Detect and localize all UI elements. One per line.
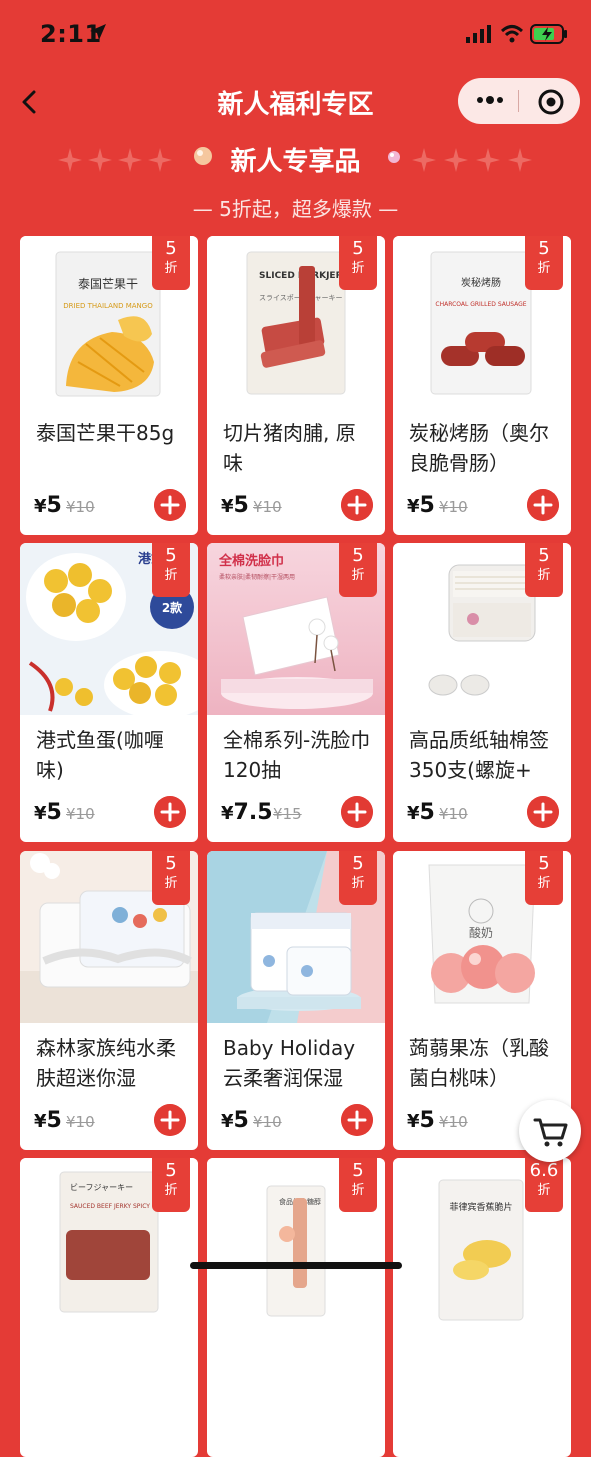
product-card[interactable]: 5折 高品质纸轴棉签350支(螺旋+ ¥5 ¥10 bbox=[393, 543, 571, 842]
product-card[interactable]: 食品级木糖醇 5折 bbox=[207, 1158, 385, 1457]
product-price: ¥5 bbox=[407, 1108, 435, 1133]
product-price: ¥5 bbox=[34, 1108, 62, 1133]
product-name: 蒟蒻果冻（乳酸菌白桃味） bbox=[409, 1036, 549, 1090]
original-price: ¥10 bbox=[439, 1113, 468, 1131]
image-label: 炭秘烤肠 bbox=[461, 276, 501, 289]
product-card[interactable]: 全棉洗脸巾 柔软亲肤|柔韧耐擦|干湿两用 5折 全棉系列-洗脸巾120抽 ¥7.… bbox=[207, 543, 385, 842]
new-user-banner: 新人专享品 — 5折起，超多爆款 — bbox=[0, 135, 591, 230]
image-label: 2款 bbox=[162, 600, 183, 615]
cellular-signal-icon bbox=[466, 25, 491, 43]
discount-badge: 5折 bbox=[339, 543, 377, 597]
add-to-cart-button[interactable] bbox=[527, 796, 559, 828]
image-label: DRIED THAILAND MANGO bbox=[63, 302, 153, 310]
product-card[interactable]: 5折 森林家族纯水柔肤超迷你湿 ¥5 ¥10 bbox=[20, 851, 198, 1150]
discount-badge: 5折 bbox=[339, 236, 377, 290]
discount-badge: 5折 bbox=[152, 543, 190, 597]
original-price: ¥10 bbox=[66, 805, 95, 823]
discount-badge: 5折 bbox=[152, 236, 190, 290]
add-to-cart-button[interactable] bbox=[154, 489, 186, 521]
more-dots-icon[interactable] bbox=[476, 90, 506, 110]
discount-badge: 5折 bbox=[525, 236, 563, 290]
add-to-cart-button[interactable] bbox=[341, 796, 373, 828]
image-label: 全棉洗脸巾 bbox=[218, 553, 284, 569]
discount-badge: 5折 bbox=[152, 1158, 190, 1212]
product-card[interactable]: SLICED PORKJERKY スライスポークジャーキー 5折 切片猪肉脯, … bbox=[207, 236, 385, 535]
close-target-icon[interactable] bbox=[538, 89, 564, 115]
original-price: ¥10 bbox=[253, 1113, 282, 1131]
product-price: ¥5 bbox=[34, 493, 62, 518]
product-card[interactable]: 港式 2款 5折 港式鱼蛋(咖喱味) ¥5 ¥10 bbox=[20, 543, 198, 842]
original-price: ¥10 bbox=[253, 498, 282, 516]
product-card[interactable]: 泰国芒果干 DRIED THAILAND MANGO 5折 泰国芒果干85g ¥… bbox=[20, 236, 198, 535]
product-name: Baby Holiday云柔奢润保湿 bbox=[223, 1036, 356, 1090]
battery-icon bbox=[530, 24, 567, 44]
product-name: 港式鱼蛋(咖喱味) bbox=[36, 728, 164, 782]
mini-program-capsule bbox=[458, 78, 580, 124]
product-price: ¥5 bbox=[407, 800, 435, 825]
discount-badge: 5折 bbox=[339, 1158, 377, 1212]
image-label: 菲律宾香蕉脆片 bbox=[449, 1201, 512, 1213]
cart-button[interactable] bbox=[519, 1100, 581, 1162]
wifi-icon bbox=[500, 25, 524, 43]
capsule-divider bbox=[518, 90, 519, 112]
image-label: CHARCOAL GRILLED SAUSAGE bbox=[435, 301, 526, 308]
product-name: 切片猪肉脯, 原味 bbox=[223, 421, 356, 475]
add-to-cart-button[interactable] bbox=[154, 796, 186, 828]
product-price: ¥5 bbox=[34, 800, 62, 825]
product-name: 全棉系列-洗脸巾120抽 bbox=[223, 728, 371, 782]
product-name: 炭秘烤肠（奥尔良脆骨肠） bbox=[409, 421, 549, 475]
discount-badge: 5折 bbox=[525, 851, 563, 905]
add-to-cart-button[interactable] bbox=[341, 1104, 373, 1136]
image-label: 柔软亲肤|柔韧耐擦|干湿两用 bbox=[219, 573, 295, 581]
add-to-cart-button[interactable] bbox=[527, 489, 559, 521]
discount-badge: 5折 bbox=[152, 851, 190, 905]
add-to-cart-button[interactable] bbox=[341, 489, 373, 521]
banner-subtitle: — 5折起，超多爆款 — bbox=[192, 197, 399, 221]
product-card[interactable]: ビーフジャーキー SAUCED BEEF JERKY SPICY FLAVOR … bbox=[20, 1158, 198, 1457]
image-label: 泰国芒果干 bbox=[78, 276, 138, 291]
product-name: 高品质纸轴棉签350支(螺旋+ bbox=[409, 728, 549, 782]
product-price: ¥5 bbox=[407, 493, 435, 518]
navbar: 新人福利专区 bbox=[0, 70, 591, 130]
product-price: ¥5 bbox=[221, 1108, 249, 1133]
original-price: ¥15 bbox=[273, 805, 302, 823]
discount-badge: 5折 bbox=[525, 543, 563, 597]
home-indicator bbox=[190, 1262, 402, 1269]
product-name: 森林家族纯水柔肤超迷你湿 bbox=[36, 1036, 176, 1090]
image-label: ビーフジャーキー bbox=[70, 1183, 133, 1192]
cart-icon bbox=[533, 1118, 568, 1147]
star-decoration-icon bbox=[412, 148, 532, 172]
product-card[interactable]: 5折 Baby Holiday云柔奢润保湿 ¥5 ¥10 bbox=[207, 851, 385, 1150]
original-price: ¥10 bbox=[66, 1113, 95, 1131]
discount-badge: 5折 bbox=[339, 851, 377, 905]
image-label: 酸奶 bbox=[469, 925, 493, 940]
product-card[interactable]: 炭秘烤肠 CHARCOAL GRILLED SAUSAGE 5折 炭秘烤肠（奥尔… bbox=[393, 236, 571, 535]
decor-ball-icon bbox=[388, 151, 400, 163]
original-price: ¥10 bbox=[439, 498, 468, 516]
location-arrow-icon bbox=[90, 24, 106, 40]
product-name: 泰国芒果干85g bbox=[36, 421, 175, 445]
product-price: ¥5 bbox=[221, 493, 249, 518]
original-price: ¥10 bbox=[66, 498, 95, 516]
original-price: ¥10 bbox=[439, 805, 468, 823]
product-price: ¥7.5 bbox=[221, 800, 273, 825]
status-bar: 2:11 bbox=[0, 0, 591, 70]
add-to-cart-button[interactable] bbox=[154, 1104, 186, 1136]
product-card[interactable]: 菲律宾香蕉脆片 6.6 折 bbox=[393, 1158, 571, 1457]
discount-badge: 6.6 折 bbox=[525, 1158, 563, 1212]
